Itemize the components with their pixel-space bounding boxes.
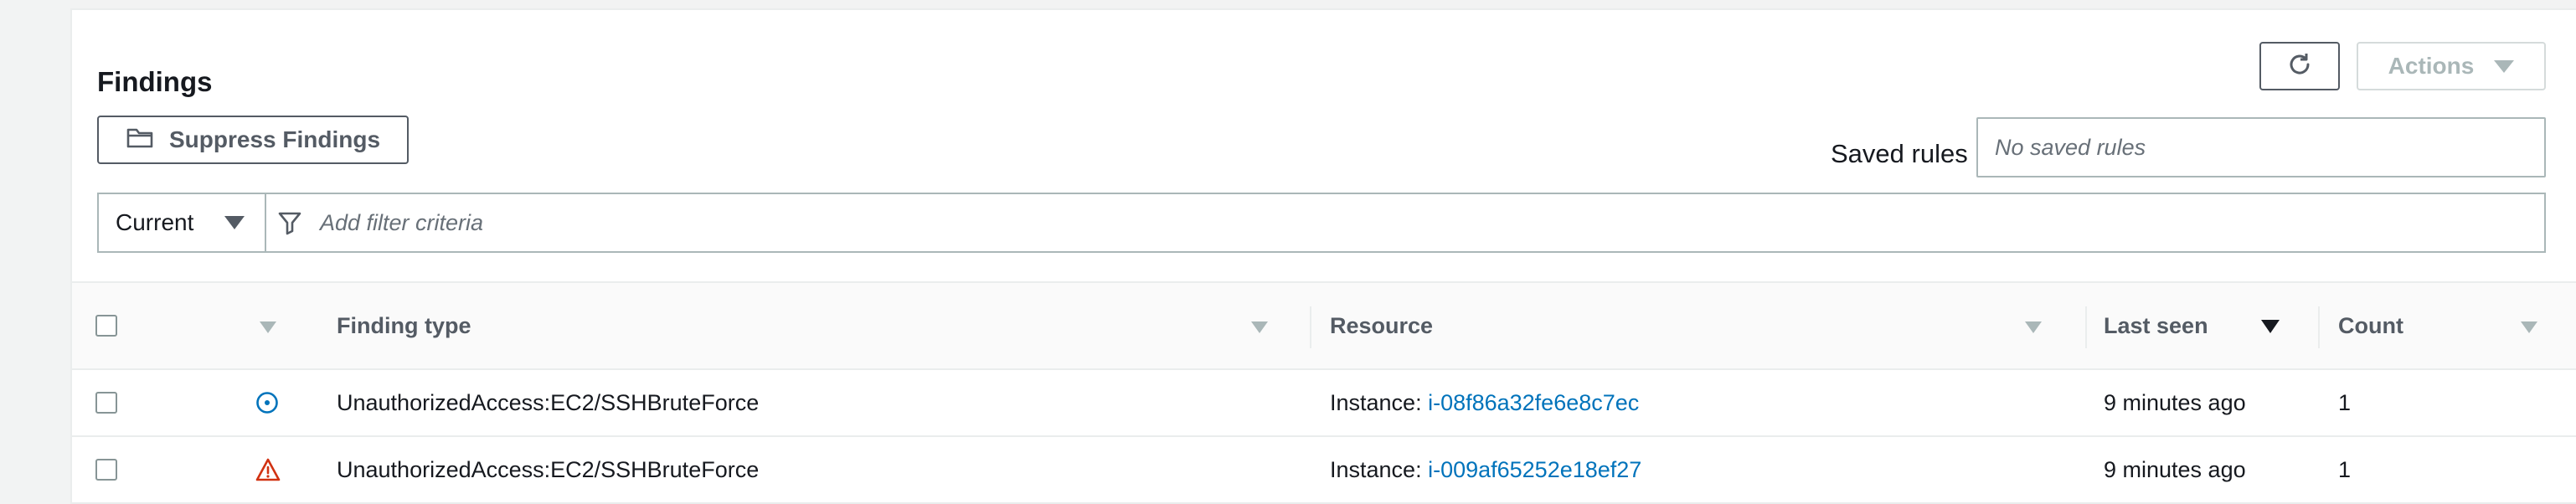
resource-link[interactable]: i-009af65252e18ef27 (1428, 457, 1641, 483)
table-row[interactable]: UnauthorizedAccess:EC2/SSHBruteForce Ins… (72, 370, 2576, 437)
finding-type[interactable]: UnauthorizedAccess:EC2/SSHBruteForce (337, 437, 759, 502)
count: 1 (2338, 456, 2352, 482)
resource-cell: Instance: i-009af65252e18ef27 (1330, 437, 1641, 502)
saved-rules-label: Saved rules (1831, 139, 1968, 168)
severity-sort-icon[interactable] (260, 321, 276, 333)
warning-triangle-icon (255, 437, 281, 502)
actions-dropdown-button[interactable]: Actions (2357, 42, 2546, 90)
column-divider (1310, 306, 1311, 348)
column-divider (2085, 306, 2087, 348)
row-checkbox[interactable] (95, 392, 117, 414)
column-header-resource[interactable]: Resource (1330, 283, 1433, 368)
resource-cell: Instance: i-08f86a32fe6e8c7ec (1330, 370, 1639, 435)
saved-rules-select[interactable]: No saved rules (1976, 117, 2546, 177)
last-seen-sort-active-icon[interactable] (2261, 320, 2280, 333)
count-sort-icon[interactable] (2521, 321, 2537, 333)
page-title: Findings (97, 66, 213, 97)
resource-prefix: Instance: (1330, 389, 1429, 415)
resource-prefix: Instance: (1330, 456, 1429, 482)
row-checkbox-cell (95, 370, 117, 435)
saved-rules-placeholder: No saved rules (1995, 134, 2146, 160)
column-header-count[interactable]: Count (2338, 283, 2403, 368)
filter-icon (276, 209, 303, 240)
suppress-findings-label: Suppress Findings (169, 126, 381, 152)
table-header: Finding type Resource Last seen Count (72, 281, 2576, 370)
finding-type[interactable]: UnauthorizedAccess:EC2/SSHBruteForce (337, 370, 759, 435)
refresh-button[interactable] (2259, 42, 2340, 90)
count: 1 (2338, 389, 2352, 415)
column-divider (2318, 306, 2320, 348)
caret-down-icon (224, 216, 245, 229)
table-row[interactable]: UnauthorizedAccess:EC2/SSHBruteForce Ins… (72, 437, 2576, 504)
actions-label: Actions (2388, 53, 2475, 79)
folder-icon (126, 126, 154, 155)
suppress-findings-button[interactable]: Suppress Findings (97, 116, 409, 164)
caret-down-icon (2494, 59, 2515, 73)
resource-sort-icon[interactable] (2025, 321, 2042, 333)
resource-link[interactable]: i-08f86a32fe6e8c7ec (1428, 390, 1639, 416)
finding-type-sort-icon[interactable] (1251, 321, 1268, 333)
column-header-last-seen[interactable]: Last seen (2104, 283, 2208, 368)
filter-criteria-input[interactable]: Add filter criteria (320, 194, 483, 251)
filter-scope-label: Current (116, 209, 194, 235)
row-checkbox[interactable] (95, 459, 117, 481)
select-all-cell (95, 283, 117, 368)
select-all-checkbox[interactable] (95, 315, 117, 337)
panel-top-border (72, 8, 2576, 10)
row-checkbox-cell (95, 437, 117, 502)
column-header-finding-type[interactable]: Finding type (337, 283, 471, 368)
filter-scope-select[interactable]: Current (99, 194, 266, 251)
last-seen: 9 minutes ago (2104, 456, 2246, 482)
filter-bar: Current Add filter criteria (97, 193, 2546, 253)
refresh-icon (2285, 50, 2314, 83)
info-circle-icon (255, 370, 280, 435)
filter-placeholder: Add filter criteria (320, 209, 484, 235)
findings-panel: Findings Actions Suppress Findings Saved… (70, 8, 2576, 504)
last-seen: 9 minutes ago (2104, 389, 2246, 415)
